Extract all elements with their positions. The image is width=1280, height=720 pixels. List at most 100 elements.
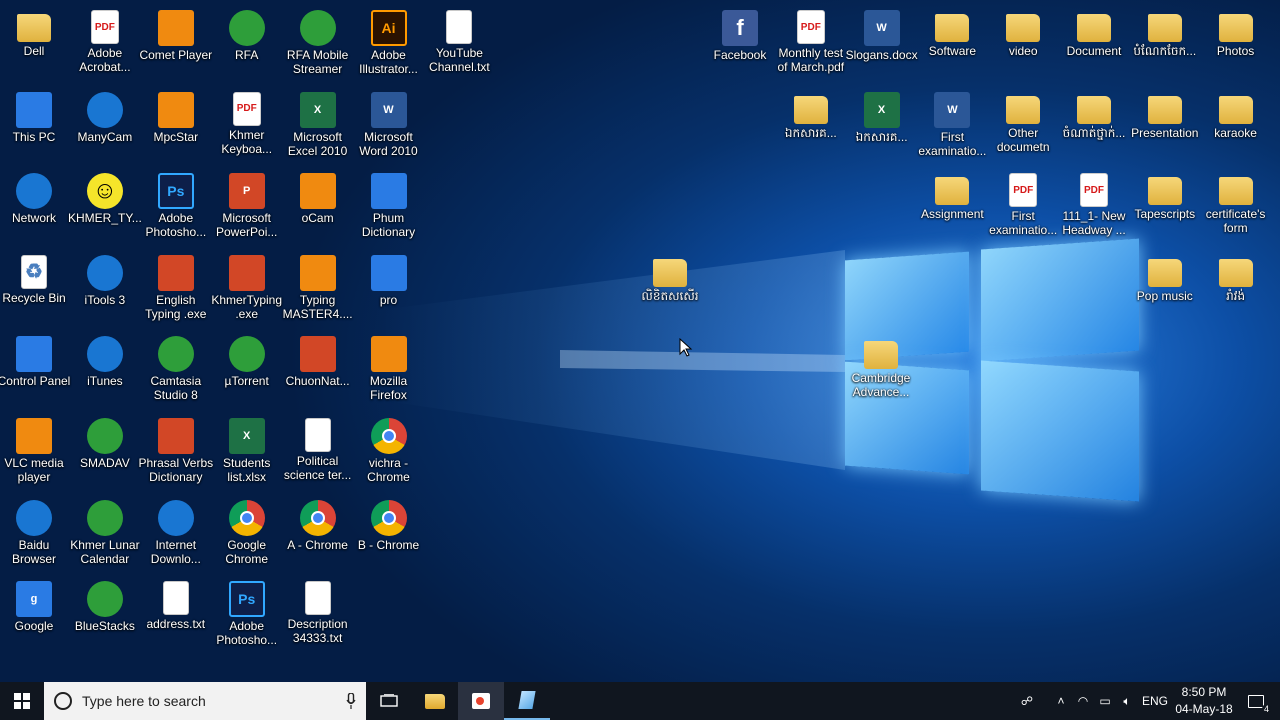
desktop-icon[interactable]: KhmerTyping .exe — [211, 249, 283, 329]
desktop-icon[interactable]: MpcStar — [140, 86, 212, 166]
desktop-icon[interactable]: Political science ter... — [282, 412, 354, 492]
typing-master-icon — [299, 254, 336, 291]
desktop-icon[interactable]: oCam — [282, 167, 354, 247]
desktop-icon[interactable]: Baidu Browser — [0, 494, 70, 574]
desktop-icon[interactable]: PDF First examinatio... — [987, 167, 1059, 247]
volume-icon[interactable]: 🔈︎ — [1116, 694, 1138, 709]
desktop-icon[interactable]: PDF Adobe Acrobat... — [69, 4, 141, 84]
desktop-icon[interactable]: RFA — [211, 4, 283, 84]
desktop-icon[interactable]: ManyCam — [69, 86, 141, 166]
desktop-icon[interactable]: certificate's form — [1200, 167, 1272, 247]
desktop-icon[interactable]: W Slogans.docx — [846, 4, 918, 84]
desktop-icon[interactable]: vichra - Chrome — [353, 412, 425, 492]
desktop-icon[interactable]: Google Chrome — [211, 494, 283, 574]
powerpoint-icon: P — [228, 173, 265, 210]
desktop-icon[interactable]: BlueStacks — [69, 575, 141, 655]
desktop-icon[interactable]: X ឯកសារគ... — [846, 86, 918, 166]
desktop-icon[interactable]: Assignment — [916, 167, 988, 247]
desktop-icon[interactable]: Document — [1058, 4, 1130, 84]
desktop-icon[interactable]: VLC media player — [0, 412, 70, 492]
desktop-icon[interactable]: X Microsoft Excel 2010 — [282, 86, 354, 166]
desktop-icon[interactable]: g Google — [0, 575, 70, 655]
desktop-icon[interactable]: X Students list.xlsx — [211, 412, 283, 492]
people-icon[interactable]: ☍ — [1016, 694, 1038, 708]
show-hidden-icons-chevron-icon[interactable]: ˄ — [1050, 694, 1072, 708]
typing-icon — [228, 254, 265, 291]
desktop-icon[interactable]: video — [987, 4, 1059, 84]
desktop-icon[interactable]: W First examinatio... — [916, 86, 988, 166]
clock[interactable]: 8:50 PM 04-May-18 — [1170, 684, 1238, 718]
desktop-icon[interactable]: Phrasal Verbs Dictionary — [138, 412, 213, 492]
desktop-icon[interactable]: Pop music — [1129, 249, 1201, 329]
desktop-icon[interactable]: Camtasia Studio 8 — [140, 330, 212, 410]
wifi-icon[interactable]: ◠ — [1072, 694, 1094, 708]
desktop-icon[interactable]: karaoke — [1200, 86, 1272, 166]
desktop-icon[interactable]: Typing MASTER4.... — [282, 249, 354, 329]
desktop-icon[interactable]: iTunes — [69, 330, 141, 410]
file-explorer-button[interactable] — [412, 682, 458, 720]
desktop-icon[interactable]: Tapescripts — [1129, 167, 1201, 247]
desktop-icon[interactable]: Mozilla Firefox — [353, 330, 425, 410]
desktop-icon-label: First examinatio... — [989, 209, 1058, 238]
desktop-icon[interactable]: Internet Downlo... — [140, 494, 212, 574]
desktop-icon[interactable]: µTorrent — [211, 330, 283, 410]
desktop-icon[interactable]: Ps Adobe Photosho... — [140, 167, 212, 247]
desktop-icon[interactable]: ♻ Recycle Bin — [0, 249, 70, 329]
desktop-icon[interactable]: Photos — [1200, 4, 1272, 84]
desktop-icon[interactable]: YouTube Channel.txt — [423, 4, 495, 84]
desktop-icon[interactable]: Software — [916, 4, 988, 84]
desktop-icon[interactable]: រាំវង់ — [1200, 249, 1272, 329]
desktop-icon[interactable]: English Typing .exe — [140, 249, 212, 329]
start-button[interactable] — [0, 682, 44, 720]
desktop-icon[interactable]: Other documetn — [987, 86, 1059, 166]
desktop-icon-label: oCam — [301, 211, 334, 226]
taskbar-app-2[interactable] — [504, 682, 550, 720]
desktop-icon[interactable]: RFA Mobile Streamer — [282, 4, 354, 84]
desktop-icon[interactable]: address.txt — [140, 575, 212, 655]
desktop-icon[interactable]: បំណែកចែក... — [1129, 4, 1201, 84]
taskbar-app-1[interactable] — [458, 682, 504, 720]
system-tray: ☍ ˄ ◠ ▭ 🔈︎ ENG — [1016, 682, 1172, 720]
desktop-icon-label: Comet Player — [139, 48, 213, 62]
action-center-button[interactable]: 4 — [1240, 682, 1272, 720]
desktop-icon[interactable]: Ps Adobe Photosho... — [211, 575, 283, 655]
desktop-icon[interactable]: ☺ KHMER_TY... — [68, 167, 142, 247]
desktop-icon[interactable]: ចំណាត់ថ្នាក់... — [1058, 86, 1130, 166]
desktop-icon[interactable]: B - Chrome — [353, 494, 425, 574]
desktop-icon[interactable]: លិខិតសសើរ — [634, 249, 706, 329]
desktop-icon[interactable]: SMADAV — [69, 412, 141, 492]
battery-icon[interactable]: ▭ — [1094, 694, 1116, 708]
folder-icon — [1218, 177, 1253, 206]
desktop-icon[interactable]: ChuonNat... — [282, 330, 354, 410]
desktop-icon[interactable]: P Microsoft PowerPoi... — [211, 167, 283, 247]
desktop-icon-label: RFA Mobile Streamer — [286, 48, 349, 76]
desktop-icon[interactable]: Phum Dictionary — [353, 167, 425, 247]
desktop-icon[interactable]: f Facebook — [704, 4, 776, 84]
folder-icon — [935, 14, 970, 42]
desktop-icon[interactable]: Description 34333.txt — [282, 575, 354, 655]
desktop-icon[interactable]: iTools 3 — [69, 249, 141, 329]
desktop-icon[interactable]: Network — [0, 167, 70, 247]
task-view-button[interactable] — [366, 682, 412, 720]
language-indicator[interactable]: ENG — [1138, 694, 1172, 708]
desktop-icon[interactable]: Khmer Lunar Calendar — [69, 494, 141, 574]
desktop-icon[interactable]: A - Chrome — [282, 494, 354, 574]
folder-icon — [1077, 14, 1111, 42]
desktop-icon[interactable]: Comet Player — [139, 4, 213, 84]
desktop-icon[interactable]: Control Panel — [0, 330, 70, 410]
desktop-icon[interactable]: PDF Monthly test of March.pdf — [775, 4, 847, 84]
microphone-icon[interactable] — [346, 693, 356, 709]
desktop-icon[interactable]: PDF Khmer Keyboa... — [211, 86, 283, 166]
desktop-icon[interactable]: PDF 111_1- New Headway ... — [1058, 167, 1130, 247]
desktop-icon[interactable]: Ai Adobe Illustrator... — [353, 4, 425, 84]
desktop-icon[interactable]: This PC — [0, 86, 70, 166]
desktop-icon[interactable]: W Microsoft Word 2010 — [353, 86, 425, 166]
desktop-icon[interactable]: Cambridge Advance... — [845, 331, 917, 411]
taskbar-search-box[interactable]: Type here to search — [44, 682, 366, 720]
desktop-icon[interactable]: pro — [353, 249, 425, 329]
desktop-icon[interactable]: ឯកសារគ... — [775, 86, 847, 166]
desktop-icon[interactable]: Presentation — [1129, 86, 1201, 166]
firefox-icon — [370, 336, 407, 373]
desktop-icon[interactable]: Dell — [0, 4, 70, 84]
desktop-icon-label: Students list.xlsx — [223, 456, 271, 484]
